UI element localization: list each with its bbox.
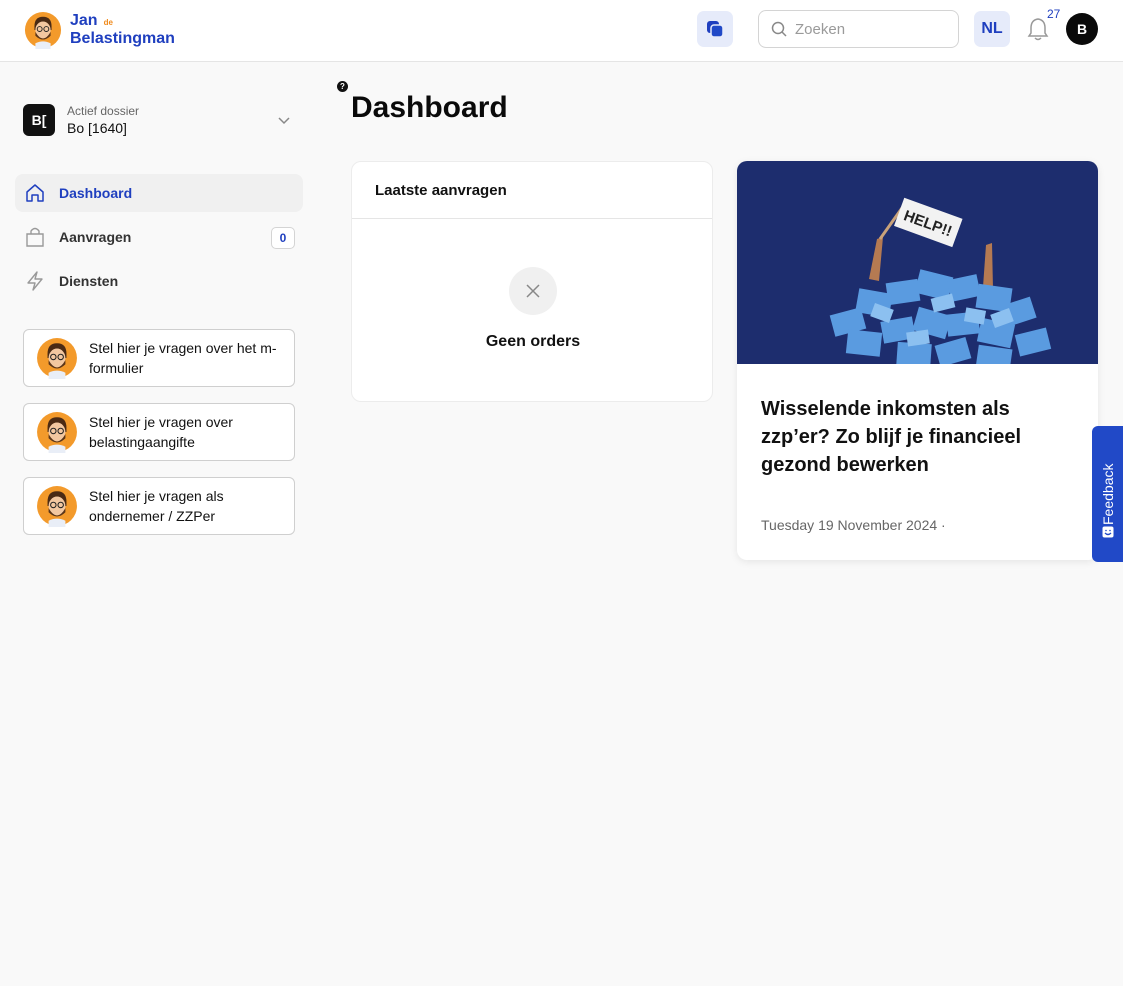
lightning-icon xyxy=(24,270,46,292)
logo-wordmark: Jan de Belastingman xyxy=(70,13,175,47)
close-icon xyxy=(509,267,557,315)
logo-line2: Belastingman xyxy=(70,30,175,47)
empty-state-text: Geen orders xyxy=(485,333,581,350)
dossier-value: Bo [1640] xyxy=(67,120,127,136)
sidebar-item-label: Diensten xyxy=(59,273,119,289)
news-article-card[interactable]: HELP!! Wisselende inkomsten als zzp’er? … xyxy=(737,161,1098,560)
sidebar-item-label: Aanvragen xyxy=(59,229,132,245)
search-box[interactable] xyxy=(758,10,959,48)
sidebar-item-label: Dashboard xyxy=(59,185,133,201)
help-card-text: Stel hier je vragen als ondernemer / ZZP… xyxy=(89,488,224,524)
dossier-badge: B[ xyxy=(23,104,55,136)
article-title[interactable]: Wisselende inkomsten als zzp’er? Zo blij… xyxy=(761,395,1081,479)
mascot-avatar-icon xyxy=(37,412,77,453)
chevron-down-icon xyxy=(278,117,290,125)
dossier-label: Actief dossier xyxy=(67,104,140,118)
sidebar-nav: Dashboard Aanvragen 0 Diensten xyxy=(15,174,303,306)
user-avatar[interactable]: B xyxy=(1066,13,1098,45)
home-icon xyxy=(24,182,46,204)
app-switch-button[interactable] xyxy=(697,11,733,47)
article-image: HELP!! xyxy=(737,161,1098,374)
language-button[interactable]: NL xyxy=(974,11,1010,47)
bell-icon[interactable] xyxy=(1027,17,1049,41)
mascot-avatar-icon xyxy=(24,11,62,49)
shopping-bag-icon xyxy=(24,226,46,248)
copy-squares-icon xyxy=(707,21,724,38)
help-card-text: Stel hier je vragen over belastingaangif… xyxy=(89,414,233,450)
help-card-text: Stel hier je vragen over het m-formulier xyxy=(89,340,277,376)
notification-count: 27 xyxy=(1047,7,1061,21)
help-card-ondernemer[interactable]: Stel hier je vragen als ondernemer / ZZP… xyxy=(23,477,295,535)
top-header: Jande Belastingman NL 27 B xyxy=(0,0,1123,62)
logo-de: de xyxy=(103,18,113,27)
sidebar-item-diensten[interactable]: Diensten xyxy=(15,262,303,300)
sidebar-item-dashboard[interactable]: Dashboard xyxy=(15,174,303,212)
logo-line1: Jan xyxy=(70,12,98,29)
article-date: Tuesday 19 November 2024 · xyxy=(761,517,946,533)
search-input[interactable] xyxy=(795,20,945,38)
sidebar-item-aanvragen[interactable]: Aanvragen 0 xyxy=(15,218,303,256)
smiley-icon xyxy=(1102,526,1114,538)
mascot-avatar-icon xyxy=(37,486,77,527)
active-dossier-selector[interactable]: B[ Actief dossier Bo [1640] xyxy=(23,100,295,140)
card-title: Laatste aanvragen xyxy=(352,162,712,219)
count-badge: 0 xyxy=(271,227,295,249)
latest-orders-card: Laatste aanvragen Geen orders xyxy=(351,161,713,402)
help-question-icon[interactable]: ? xyxy=(337,81,348,92)
page-title: Dashboard xyxy=(351,91,508,124)
mascot-avatar-icon xyxy=(37,338,77,379)
help-card-m-formulier[interactable]: Stel hier je vragen over het m-formulier xyxy=(23,329,295,387)
help-card-belastingaangifte[interactable]: Stel hier je vragen over belastingaangif… xyxy=(23,403,295,461)
search-icon xyxy=(771,21,787,37)
logo[interactable]: Jan de Belastingman xyxy=(24,9,175,51)
feedback-tab[interactable]: Feedback xyxy=(1092,426,1123,562)
